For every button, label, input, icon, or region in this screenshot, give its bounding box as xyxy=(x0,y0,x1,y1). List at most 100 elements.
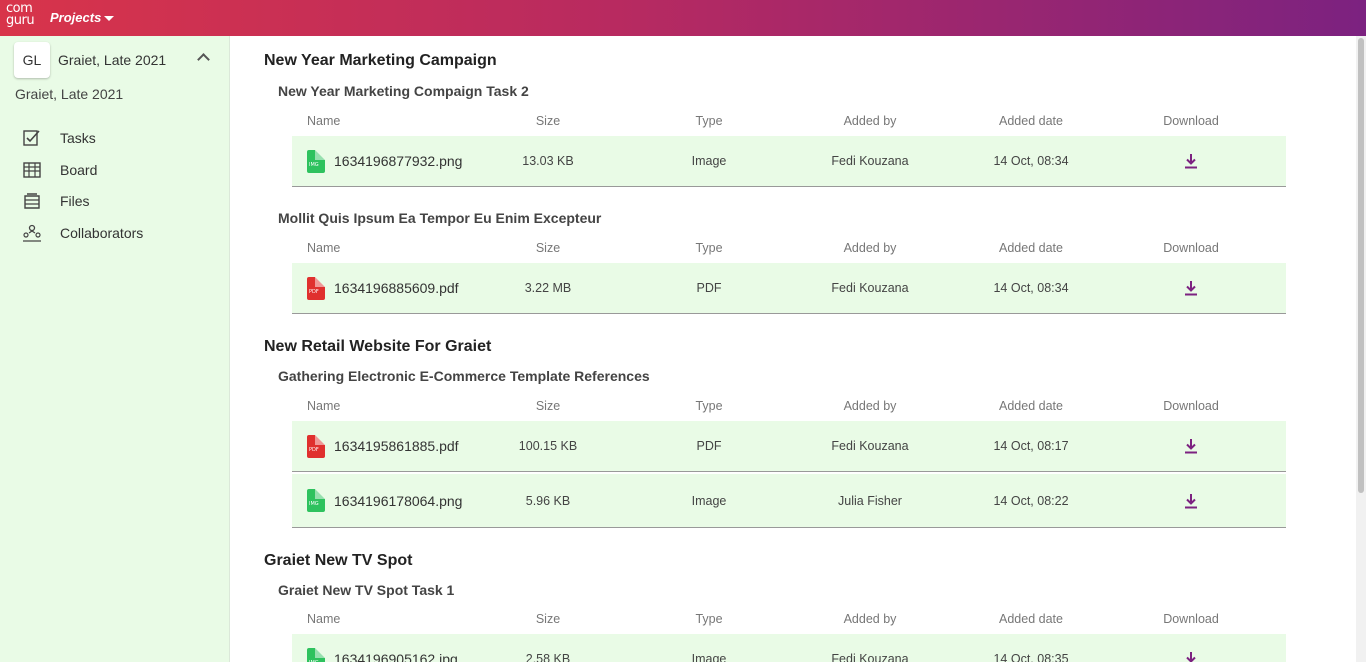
files-table-header: Name Size Type Added by Added date Downl… xyxy=(292,241,1286,261)
tasks-icon xyxy=(20,128,44,148)
sidebar: GL Graiet, Late 2021 Graiet, Late 2021 T… xyxy=(0,36,230,662)
download-icon[interactable] xyxy=(1184,438,1198,454)
header-added-by: Added by xyxy=(843,399,897,413)
download-button[interactable] xyxy=(1131,474,1251,527)
sidebar-item-board[interactable]: Board xyxy=(20,154,143,186)
header-type: Type xyxy=(695,114,723,128)
file-size: 100.15 KB xyxy=(518,439,578,453)
file-size: 5.96 KB xyxy=(525,493,571,508)
sidebar-item-tasks[interactable]: Tasks xyxy=(20,122,143,154)
file-row[interactable]: IMG 1634196877932.png 13.03 KB Image Fed… xyxy=(292,136,1286,187)
comguru-logo[interactable]: com guru xyxy=(6,2,46,33)
header-type: Type xyxy=(695,241,723,255)
vertical-scrollbar[interactable] xyxy=(1356,36,1366,662)
header-size: Size xyxy=(535,612,561,626)
download-icon[interactable] xyxy=(1184,280,1198,296)
file-type: PDF xyxy=(696,439,722,453)
pdf-file-icon: PDF xyxy=(307,434,325,458)
files-main-content: New Year Marketing Campaign New Year Mar… xyxy=(230,36,1354,662)
header-added-by: Added by xyxy=(843,612,897,626)
download-button[interactable] xyxy=(1131,263,1251,313)
download-icon[interactable] xyxy=(1184,153,1198,169)
image-file-icon: IMG xyxy=(307,489,325,512)
file-name-cell[interactable]: PDF 1634195861885.pdf xyxy=(307,421,507,471)
caret-down-icon xyxy=(104,16,115,22)
project-selector[interactable]: GL Graiet, Late 2021 xyxy=(14,42,222,78)
header-size: Size xyxy=(535,114,561,128)
file-size: 2.58 KB xyxy=(525,652,571,662)
file-added-by: Fedi Kouzana xyxy=(831,439,909,453)
logo-line-2: guru xyxy=(6,13,35,28)
pdf-file-icon: PDF xyxy=(307,276,325,300)
header-download: Download xyxy=(1163,114,1219,128)
header-name: Name xyxy=(307,241,341,255)
scrollbar-thumb[interactable] xyxy=(1358,38,1364,493)
sidebar-item-label: Files xyxy=(60,193,90,210)
file-icon-tag: IMG xyxy=(309,501,319,507)
file-added-by: Julia Fisher xyxy=(838,493,902,508)
file-added-date: 14 Oct, 08:22 xyxy=(993,493,1069,508)
header-type: Type xyxy=(695,612,723,626)
project-subtitle: Graiet, Late 2021 xyxy=(15,86,124,102)
file-type: PDF xyxy=(696,281,722,295)
header-added-date: Added date xyxy=(999,114,1063,128)
header-added-by: Added by xyxy=(843,114,897,128)
file-name-cell[interactable]: IMG 1634196877932.png xyxy=(307,136,507,186)
chevron-up-icon[interactable] xyxy=(197,53,210,66)
files-table-header: Name Size Type Added by Added date Downl… xyxy=(292,612,1286,632)
file-name: 1634196178064.png xyxy=(334,492,463,509)
file-name-cell[interactable]: IMG 1634196905162.jpg xyxy=(307,634,507,662)
file-type: Image xyxy=(691,493,727,508)
download-icon[interactable] xyxy=(1184,493,1198,509)
sidebar-item-files[interactable]: Files xyxy=(20,185,143,217)
file-row[interactable]: IMG 1634196178064.png 5.96 KB Image Juli… xyxy=(292,474,1286,528)
download-button[interactable] xyxy=(1131,421,1251,471)
app-switcher-label: Projects xyxy=(50,10,102,25)
file-name-cell[interactable]: IMG 1634196178064.png xyxy=(307,474,507,527)
task-title: Mollit Quis Ipsum Ea Tempor Eu Enim Exce… xyxy=(278,210,602,226)
header-added-date: Added date xyxy=(999,399,1063,413)
header-download: Download xyxy=(1163,612,1219,626)
header-download: Download xyxy=(1163,241,1219,255)
project-badge: GL xyxy=(14,42,50,78)
download-button[interactable] xyxy=(1131,136,1251,186)
file-type: Image xyxy=(691,652,727,662)
file-row[interactable]: PDF 1634195861885.pdf 100.15 KB PDF Fedi… xyxy=(292,421,1286,472)
header-type: Type xyxy=(695,399,723,413)
project-name: Graiet, Late 2021 xyxy=(58,52,167,68)
project-title: New Retail Website For Graiet xyxy=(264,338,492,355)
task-title: Gathering Electronic E-Commerce Template… xyxy=(278,368,650,384)
project-title: Graiet New TV Spot xyxy=(264,552,413,569)
file-added-date: 14 Oct, 08:34 xyxy=(993,281,1069,295)
app-switcher[interactable]: Projects xyxy=(50,10,115,25)
file-added-by: Fedi Kouzana xyxy=(831,154,909,168)
header-name: Name xyxy=(307,114,341,128)
image-file-icon: IMG xyxy=(307,647,325,662)
project-title: New Year Marketing Campaign xyxy=(264,52,497,69)
file-name: 1634196885609.pdf xyxy=(334,280,459,296)
file-icon-tag: IMG xyxy=(309,161,319,168)
sidebar-item-collaborators[interactable]: Collaborators xyxy=(20,217,143,249)
file-added-by: Fedi Kouzana xyxy=(831,652,909,662)
file-added-by: Fedi Kouzana xyxy=(831,281,909,295)
file-name: 1634195861885.pdf xyxy=(334,438,459,454)
header-download: Download xyxy=(1163,399,1219,413)
file-row[interactable]: IMG 1634196905162.jpg 2.58 KB Image Fedi… xyxy=(292,634,1286,662)
collaborators-icon xyxy=(20,223,44,243)
file-type: Image xyxy=(691,154,727,168)
header-size: Size xyxy=(535,241,561,255)
header-added-date: Added date xyxy=(999,612,1063,626)
download-icon[interactable] xyxy=(1184,651,1198,662)
files-table-header: Name Size Type Added by Added date Downl… xyxy=(292,114,1286,134)
files-table-header: Name Size Type Added by Added date Downl… xyxy=(292,399,1286,419)
download-button[interactable] xyxy=(1131,634,1251,662)
header-name: Name xyxy=(307,612,341,626)
task-title: New Year Marketing Compaign Task 2 xyxy=(278,83,529,99)
sidebar-item-label: Collaborators xyxy=(60,224,144,241)
header-name: Name xyxy=(307,399,341,413)
file-added-date: 14 Oct, 08:35 xyxy=(993,652,1069,662)
file-size: 13.03 KB xyxy=(522,154,574,168)
file-row[interactable]: PDF 1634196885609.pdf 3.22 MB PDF Fedi K… xyxy=(292,263,1286,314)
sidebar-nav: Tasks Board Files Collaborators xyxy=(20,122,143,249)
file-name-cell[interactable]: PDF 1634196885609.pdf xyxy=(307,263,507,313)
